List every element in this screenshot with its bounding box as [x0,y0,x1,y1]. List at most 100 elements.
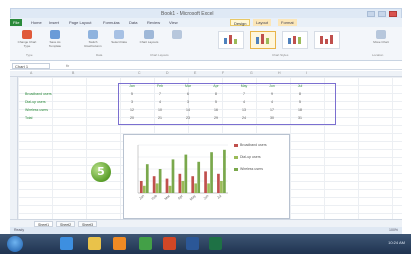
chart-bar [220,181,223,193]
chart-legend: Broadband users Dial-up users Wireless u… [234,143,288,179]
status-bar: Ready 100% [10,227,402,234]
save-as-template-button[interactable]: Save As Template [44,30,66,48]
media-player-icon[interactable] [113,237,126,250]
legend-swatch [234,156,238,159]
tab-page-layout[interactable]: Page Layout [66,19,94,26]
select-data-button[interactable]: Select Data [108,30,130,44]
chart[interactable]: Jan Feb Mar Apr May Jun Jul Broadband users Di… [123,134,290,219]
chart-layouts-button[interactable]: Chart Layouts [138,30,160,44]
x-tick-label: Mar [164,193,172,201]
step-badge: 5 [91,162,111,182]
chart-bar [194,183,198,193]
minimize-button[interactable] [367,11,375,17]
tab-review[interactable]: Review [144,19,163,26]
switch-row-column-button[interactable]: Switch Row/Column [82,30,104,48]
chart-layouts-icon [144,30,154,39]
row-label[interactable]: Broadband users [24,90,118,98]
tab-view[interactable]: View [166,19,181,26]
system-clock[interactable]: 10:24 AM [388,240,405,245]
move-chart-button[interactable]: Move Chart [370,30,392,44]
start-button[interactable] [7,236,23,252]
row-label[interactable]: Total [24,114,118,122]
chart-bar [145,164,149,193]
legend-label: Wireless users [240,167,263,171]
chart-bar [168,185,172,193]
chart-bar [184,154,188,193]
ribbon: Change Chart Type Save As Template Switc… [10,27,402,61]
col-header-h[interactable]: H [278,71,281,75]
ie-icon[interactable] [60,237,73,250]
name-box[interactable]: Chart 1 [12,63,50,69]
chart-style-1[interactable] [218,31,244,49]
excel-icon[interactable] [209,237,222,250]
chart-bar [139,181,143,193]
quick-layout-icon [172,30,182,39]
zoom-level[interactable]: 100% [389,228,398,232]
quick-layout-button[interactable] [172,30,182,39]
change-chart-type-button[interactable]: Change Chart Type [16,30,38,48]
status-ready: Ready [14,228,25,232]
word-icon[interactable] [186,237,199,250]
chart-bar [165,178,169,193]
formula-bar: Chart 1 fx [10,62,402,70]
chart-bar [152,176,156,193]
col-header-f[interactable]: F [222,71,224,75]
tab-file[interactable]: File [10,19,23,26]
chart-bar [207,183,210,193]
chart-style-2[interactable] [250,31,276,49]
x-tick-label: Apr [177,193,184,200]
legend-item[interactable]: Dial-up users [234,155,288,159]
col-header-g[interactable]: G [250,71,253,75]
sheet-tabs: Sheet1 Sheet2 Sheet3 [10,219,402,227]
chart-bar [178,173,182,193]
chart-bar [191,176,195,193]
legend-label: Dial-up users [240,155,261,159]
legend-label: Broadband users [240,143,267,147]
select-data-icon [114,30,124,39]
maximize-button[interactable] [378,11,386,17]
chrome-icon[interactable] [139,237,152,250]
group-chart-layouts-label: Chart Layouts [150,53,169,57]
tab-layout[interactable]: Layout [253,19,272,26]
col-header-b[interactable]: B [72,71,74,75]
col-header-e[interactable]: E [194,71,196,75]
chart-bar [171,159,175,193]
taskbar: 10:24 AM [0,234,411,254]
tab-format[interactable]: Format [278,19,297,26]
col-header-i[interactable]: I [306,71,307,75]
chart-bar [210,152,213,193]
group-type-label: Type [26,53,33,57]
tab-formulas[interactable]: Formulas [100,19,123,26]
group-location-label: Location [372,53,384,57]
tab-design[interactable]: Design [230,19,251,26]
chart-style-4[interactable] [314,31,340,49]
switch-row-column-icon [88,30,98,39]
chart-bar [197,161,201,193]
powerpoint-icon[interactable] [163,237,176,250]
selected-range [118,83,336,125]
chart-style-3[interactable] [282,31,308,49]
ribbon-tabs: File Home Insert Page Layout Formulas Da… [10,18,402,27]
group-chart-styles-label: Chart Styles [272,53,289,57]
legend-swatch [234,144,238,147]
tab-home[interactable]: Home [28,19,45,26]
legend-item[interactable]: Broadband users [234,143,288,147]
row-headers [10,77,18,219]
row-label[interactable]: Wireless users [24,106,118,114]
x-tick-label: May [189,194,197,202]
chart-bar [217,173,220,193]
tab-data[interactable]: Data [126,19,140,26]
legend-item[interactable]: Wireless users [234,167,288,171]
chart-type-icon [22,30,32,39]
explorer-icon[interactable] [88,237,101,250]
col-header-c[interactable]: C [138,71,141,75]
col-header-d[interactable]: D [166,71,169,75]
tab-insert[interactable]: Insert [46,19,62,26]
close-button[interactable] [389,11,397,17]
chart-bar [155,183,159,193]
x-tick-label: Jun [203,194,210,201]
fx-icon[interactable]: fx [66,63,69,68]
x-tick-label: Feb [151,194,158,201]
row-label[interactable]: Dial-up users [24,98,118,106]
col-header-a[interactable]: A [30,71,32,75]
